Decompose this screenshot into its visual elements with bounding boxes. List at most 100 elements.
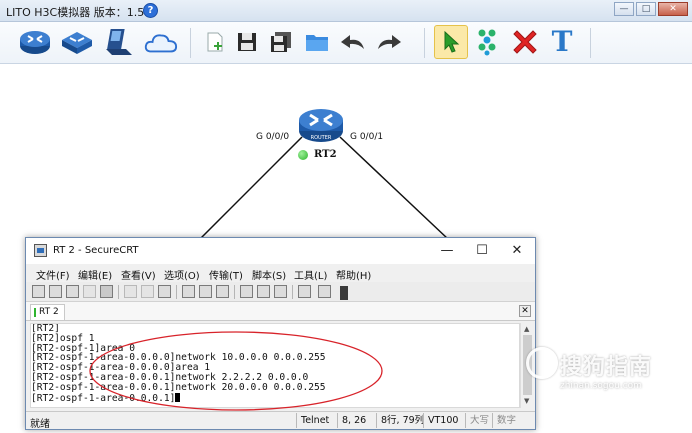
crt-session-tabbar: RT 2 ✕: [26, 302, 535, 321]
add-cloud-button[interactable]: [144, 25, 178, 59]
menu-transfer[interactable]: 传输(T): [209, 267, 243, 282]
status-num-lock: 数字: [492, 413, 520, 428]
keymap-icon[interactable]: [274, 285, 287, 298]
copy-icon[interactable]: [124, 285, 137, 298]
crt-toolbar-separator: [176, 285, 177, 299]
app-titlebar: LITO H3C模拟器 版本：1.5.2 ? — □ ✕: [0, 0, 692, 22]
open-folder-icon: [306, 35, 328, 51]
watermark-url: zhinan.sogou.com: [560, 381, 642, 391]
status-caps-lock: 大写: [465, 413, 493, 428]
menu-help[interactable]: 帮助(H): [336, 267, 371, 282]
find-icon[interactable]: [158, 285, 171, 298]
select-tool-button[interactable]: [434, 25, 468, 59]
new-file-button[interactable]: [198, 25, 232, 59]
pointer-icon: [444, 30, 460, 53]
router-status-indicator: [298, 150, 308, 160]
redo-icon: [378, 35, 401, 49]
scroll-up-arrow-icon[interactable]: ▲: [524, 325, 529, 333]
port-label-g0-0-0: G 0/0/0: [256, 132, 290, 142]
connect-icon: [478, 29, 496, 56]
router-badge: ROUTER: [311, 135, 332, 141]
add-pc-button[interactable]: [102, 25, 136, 59]
save-as-icon: [271, 32, 291, 52]
app-toolbar: T: [0, 22, 692, 64]
link-g000: [199, 136, 303, 240]
add-switch-button[interactable]: [60, 25, 94, 59]
router-icon: ROUTER: [299, 109, 343, 142]
sftp-icon[interactable]: [318, 285, 331, 298]
add-router-button[interactable]: [18, 25, 52, 59]
toolbar-separator: [190, 28, 191, 58]
sogou-watermark: 搜狗指南 zhinan.sogou.com: [520, 345, 692, 405]
switch-icon: [62, 32, 92, 54]
crt-toolbar-separator: [118, 285, 119, 299]
crt-toolbar-separator: [292, 285, 293, 299]
save-as-button[interactable]: [264, 25, 298, 59]
text-tool-button[interactable]: T: [545, 25, 579, 59]
help-icon[interactable]: ?: [143, 3, 158, 18]
print-setup-icon[interactable]: [216, 285, 229, 298]
status-rows-cols: 8行, 79列: [376, 413, 428, 428]
crt-toolbar: [26, 282, 535, 302]
pc-icon: [106, 29, 132, 55]
connect-tool-button[interactable]: [470, 25, 504, 59]
toolbar-separator: [590, 28, 591, 58]
save-button[interactable]: [230, 25, 264, 59]
toolbar-separator: [424, 28, 425, 58]
redo-button[interactable]: [372, 25, 406, 59]
menu-file[interactable]: 文件(F): [36, 267, 70, 282]
help-icon[interactable]: [298, 285, 311, 298]
connect-in-tab-icon[interactable]: [66, 285, 79, 298]
crt-close-button[interactable]: ✕: [502, 241, 532, 261]
delete-tool-button[interactable]: [508, 25, 542, 59]
text-icon: T: [551, 25, 573, 58]
sogou-logo-icon: [526, 347, 558, 379]
menu-edit[interactable]: 编辑(E): [78, 267, 112, 282]
new-file-icon: [207, 32, 223, 52]
undo-button[interactable]: [336, 25, 370, 59]
print-selection-icon[interactable]: [199, 285, 212, 298]
status-ready-text: 就绪: [30, 419, 50, 430]
menu-tools[interactable]: 工具(L): [294, 267, 327, 282]
menu-script[interactable]: 脚本(S): [252, 267, 286, 282]
paste-icon[interactable]: [141, 285, 154, 298]
cloud-icon: [144, 34, 178, 53]
menu-options[interactable]: 选项(O): [164, 267, 200, 282]
tab-rt2[interactable]: RT 2: [30, 304, 65, 320]
crt-window-title: RT 2 - SecureCRT: [53, 245, 139, 256]
router-node-rt2[interactable]: ROUTER: [296, 103, 346, 145]
status-cursor-position: 8, 26: [337, 413, 370, 428]
crt-menubar: 文件(F) 编辑(E) 查看(V) 选项(O) 传输(T) 脚本(S) 工具(L…: [26, 264, 535, 282]
crt-statusbar: 就绪 Telnet 8, 26 8行, 79列 VT100 大写 数字: [26, 411, 535, 430]
connect-icon[interactable]: [32, 285, 45, 298]
link-g001: [339, 136, 449, 240]
securecrt-app-icon: [34, 244, 47, 257]
global-options-icon[interactable]: [257, 285, 270, 298]
crt-maximize-button[interactable]: ☐: [467, 241, 497, 261]
crt-minimize-button[interactable]: —: [432, 241, 462, 261]
disconnect-icon[interactable]: [100, 285, 113, 298]
quick-connect-icon[interactable]: [49, 285, 62, 298]
undo-icon: [341, 35, 364, 49]
app-title: LITO H3C模拟器 版本：1.5.2: [6, 6, 155, 19]
router-label: RT2: [314, 149, 337, 160]
open-button[interactable]: [300, 25, 334, 59]
app-maximize-button[interactable]: □: [636, 2, 656, 16]
session-options-icon[interactable]: [240, 285, 253, 298]
app-minimize-button[interactable]: —: [614, 2, 634, 16]
reconnect-icon[interactable]: [83, 285, 96, 298]
app-close-button[interactable]: ✕: [658, 2, 688, 16]
crt-titlebar[interactable]: RT 2 - SecureCRT — ☐ ✕: [26, 238, 535, 264]
securecrt-window[interactable]: RT 2 - SecureCRT — ☐ ✕ 文件(F) 编辑(E) 查看(V)…: [25, 237, 536, 430]
save-icon: [238, 33, 256, 51]
red-annotation-ellipse: [89, 331, 383, 411]
tab-close-icon[interactable]: ✕: [519, 305, 531, 317]
crt-toolbar-separator: [234, 285, 235, 299]
print-icon[interactable]: [182, 285, 195, 298]
router-icon: [20, 31, 50, 54]
status-emulation: VT100: [423, 413, 462, 428]
port-label-g0-0-1: G 0/0/1: [350, 132, 384, 142]
menu-view[interactable]: 查看(V): [121, 267, 156, 282]
delete-icon: [513, 30, 537, 54]
toolbar-overflow-chevron-icon[interactable]: [340, 286, 348, 300]
